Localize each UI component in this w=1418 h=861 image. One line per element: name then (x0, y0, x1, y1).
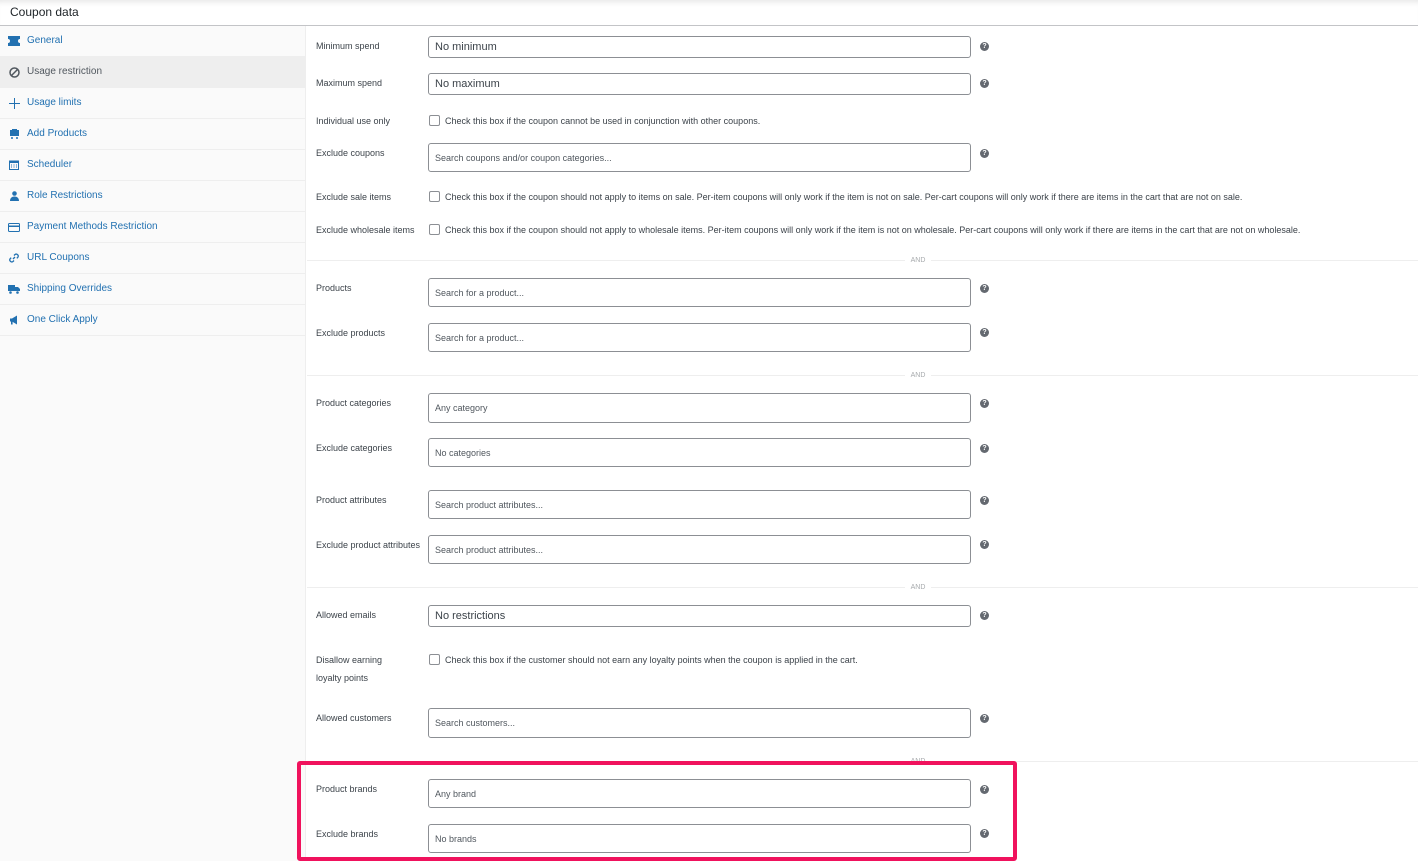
exclude-product-attributes-label: Exclude product attributes (316, 540, 421, 550)
disallow-loyalty-label-line1: Disallow earning (316, 655, 383, 665)
link-icon (8, 252, 20, 264)
panel-title: Coupon data (10, 5, 79, 19)
exclude-wholesale-items-description: Check this box if the coupon should not … (445, 225, 1301, 235)
sidebar-item-label: Shipping Overrides (27, 283, 113, 294)
product-brands-input[interactable]: Any brand (428, 779, 971, 808)
help-icon[interactable]: ? (980, 540, 989, 549)
exclude-categories-label: Exclude categories (316, 443, 393, 453)
allowed-emails-input[interactable]: No restrictions (428, 605, 971, 627)
exclude-brands-input[interactable]: No brands (428, 824, 971, 853)
ticket-icon (8, 35, 20, 47)
cart-icon (8, 128, 20, 140)
exclude-products-label: Exclude products (316, 328, 386, 338)
sidebar-item-label: Add Products (27, 128, 88, 139)
max-spend-label: Maximum spend (316, 78, 383, 88)
sidebar-item-add-products[interactable]: Add Products (0, 119, 306, 150)
exclude-sale-items-description: Check this box if the coupon should not … (445, 192, 1243, 202)
product-categories-input[interactable]: Any category (428, 393, 971, 423)
sidebar-item-label: Usage restriction (27, 66, 103, 77)
product-attributes-input[interactable]: Search product attributes... (428, 490, 971, 519)
plus-icon (8, 97, 20, 109)
megaphone-icon (8, 314, 20, 326)
and-separator: AND (905, 256, 931, 265)
card-icon (8, 221, 20, 233)
disallow-loyalty-label-line2: loyalty points (316, 673, 369, 683)
sidebar-item-label: Scheduler (27, 159, 73, 170)
min-spend-input[interactable]: No minimum (428, 36, 971, 58)
exclude-wholesale-items-checkbox[interactable] (429, 224, 440, 235)
exclude-brands-label: Exclude brands (316, 829, 379, 839)
user-icon (8, 190, 20, 202)
allowed-customers-label: Allowed customers (316, 713, 392, 723)
sidebar-item-label: Payment Methods Restriction (27, 221, 158, 232)
individual-use-checkbox[interactable] (429, 115, 440, 126)
disallow-loyalty-description: Check this box if the customer should no… (445, 655, 858, 665)
exclude-coupons-label: Exclude coupons (316, 148, 385, 158)
help-icon[interactable]: ? (980, 496, 989, 505)
calendar-icon (8, 159, 20, 171)
sidebar-item-usage-restriction[interactable]: Usage restriction (0, 57, 306, 88)
sidebar: General Usage restriction Usage limits A… (0, 26, 306, 861)
sidebar-item-scheduler[interactable]: Scheduler (0, 150, 306, 181)
help-icon[interactable]: ? (980, 149, 989, 158)
individual-use-description: Check this box if the coupon cannot be u… (445, 116, 761, 126)
and-separator: AND (905, 371, 931, 380)
sidebar-item-usage-limits[interactable]: Usage limits (0, 88, 306, 119)
sidebar-item-shipping-overrides[interactable]: Shipping Overrides (0, 274, 306, 305)
product-attributes-label: Product attributes (316, 495, 387, 505)
sidebar-item-url-coupons[interactable]: URL Coupons (0, 243, 306, 274)
sidebar-item-label: Role Restrictions (27, 190, 103, 201)
product-categories-label: Product categories (316, 398, 392, 408)
sidebar-item-payment-methods-restriction[interactable]: Payment Methods Restriction (0, 212, 306, 243)
help-icon[interactable]: ? (980, 444, 989, 453)
section-divider (307, 260, 1418, 261)
sidebar-item-general[interactable]: General (0, 26, 306, 57)
help-icon[interactable]: ? (980, 328, 989, 337)
sidebar-item-label: One Click Apply (27, 314, 98, 325)
truck-icon (8, 283, 20, 295)
help-icon[interactable]: ? (980, 284, 989, 293)
help-icon[interactable]: ? (980, 399, 989, 408)
sidebar-item-label: General (27, 35, 63, 46)
help-icon[interactable]: ? (980, 829, 989, 838)
disallow-loyalty-checkbox[interactable] (429, 654, 440, 665)
allowed-customers-input[interactable]: Search customers... (428, 708, 971, 738)
exclude-sale-items-label: Exclude sale items (316, 192, 392, 202)
sidebar-item-label: Usage limits (27, 97, 82, 108)
help-icon[interactable]: ? (980, 42, 989, 51)
panel-header: Coupon data (0, 0, 1418, 26)
section-divider (307, 587, 1418, 588)
products-input[interactable]: Search for a product... (428, 278, 971, 307)
exclude-coupons-input[interactable]: Search coupons and/or coupon categories.… (428, 143, 971, 172)
help-icon[interactable]: ? (980, 785, 989, 794)
max-spend-input[interactable]: No maximum (428, 73, 971, 95)
and-separator: AND (905, 583, 931, 592)
block-icon (8, 66, 20, 78)
exclude-products-input[interactable]: Search for a product... (428, 323, 971, 352)
min-spend-label: Minimum spend (316, 41, 380, 51)
help-icon[interactable]: ? (980, 611, 989, 620)
allowed-emails-label: Allowed emails (316, 610, 377, 620)
sidebar-item-role-restrictions[interactable]: Role Restrictions (0, 181, 306, 212)
exclude-categories-input[interactable]: No categories (428, 438, 971, 467)
section-divider (307, 761, 1418, 762)
exclude-product-attributes-input[interactable]: Search product attributes... (428, 535, 971, 564)
sidebar-item-label: URL Coupons (27, 252, 90, 263)
individual-use-label: Individual use only (316, 116, 391, 126)
help-icon[interactable]: ? (980, 714, 989, 723)
exclude-wholesale-items-label: Exclude wholesale items (316, 225, 415, 235)
products-label: Products (316, 283, 352, 293)
and-separator: AND (905, 757, 931, 766)
product-brands-label: Product brands (316, 784, 378, 794)
exclude-sale-items-checkbox[interactable] (429, 191, 440, 202)
sidebar-item-one-click-apply[interactable]: One Click Apply (0, 305, 306, 336)
section-divider (307, 375, 1418, 376)
help-icon[interactable]: ? (980, 79, 989, 88)
